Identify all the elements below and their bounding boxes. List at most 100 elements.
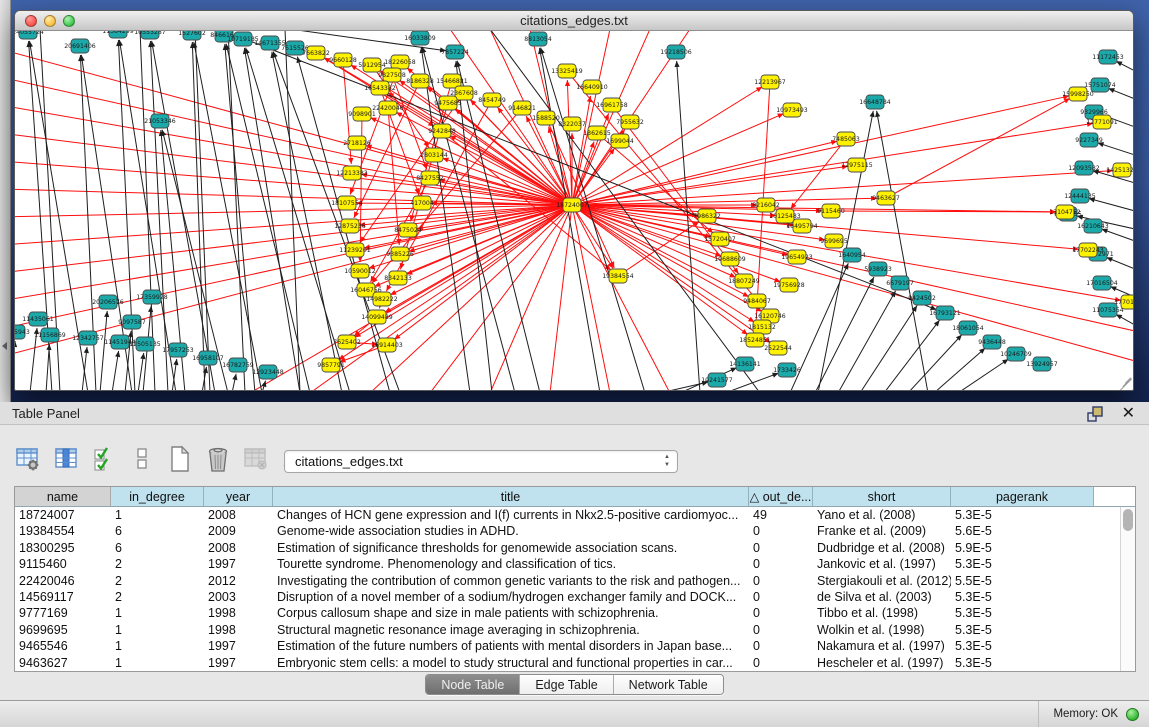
column-header-out_de[interactable]: △ out_de... <box>749 487 813 506</box>
network-canvas[interactable]: 1872400724055724206914061138429910553287… <box>15 31 1133 390</box>
table-row[interactable]: 911546021997Tourette syndrome. Phenomeno… <box>15 556 1135 572</box>
column-settings-icon[interactable] <box>14 444 42 474</box>
table-row[interactable]: 946554611997Estimation of the future num… <box>15 638 1135 654</box>
graph-node[interactable]: 9146821 <box>508 101 536 115</box>
graph-node[interactable]: 7955632 <box>616 115 644 129</box>
graph-node[interactable]: 19218506 <box>660 45 692 59</box>
deselect-rows-icon[interactable] <box>128 444 156 474</box>
network-window-titlebar[interactable]: citations_edges.txt <box>15 11 1133 31</box>
graph-node[interactable]: 9436448 <box>978 335 1006 349</box>
graph-node[interactable]: 14251323 <box>1106 163 1133 177</box>
panel-grip-icon[interactable] <box>2 342 7 350</box>
svg-text:1362615: 1362615 <box>583 130 611 137</box>
graph-node[interactable]: 24055724 <box>15 31 44 39</box>
graph-node[interactable]: 18061054 <box>952 321 984 335</box>
table-row[interactable]: 977716911998Corpus callosum shape and si… <box>15 605 1135 621</box>
graph-node[interactable]: 18226058 <box>384 55 416 69</box>
select-columns-icon[interactable] <box>52 444 80 474</box>
graph-node[interactable]: 7485063 <box>832 132 860 146</box>
table-row[interactable]: 946362711997Embryonic stem cells: a mode… <box>15 655 1135 671</box>
close-icon[interactable]: ✕ <box>1122 403 1135 423</box>
graph-node[interactable]: 2718126 <box>343 136 371 150</box>
column-header-pagerank[interactable]: pagerank <box>951 487 1094 506</box>
column-header-in_degree[interactable]: in_degree <box>111 487 204 506</box>
column-header-short[interactable]: short <box>813 487 951 506</box>
window-resize-grip[interactable] <box>1117 374 1131 388</box>
graph-node[interactable]: 12342757 <box>72 331 104 345</box>
table-row[interactable]: 2242004622012Investigating the contribut… <box>15 573 1135 589</box>
float-window-icon[interactable] <box>1087 406 1105 422</box>
graph-node[interactable]: 13924957 <box>1026 357 1058 371</box>
graph-node[interactable]: 3915943 <box>15 325 30 339</box>
graph-node[interactable]: 1588520 <box>532 111 560 125</box>
graph-node[interactable]: 9424502 <box>908 291 936 305</box>
graph-node[interactable]: 17957253 <box>162 343 194 357</box>
cell-out_de: 49 <box>749 507 813 523</box>
table-panel-titlebar[interactable]: Table Panel ✕ <box>0 402 1149 425</box>
graph-node[interactable]: 20691406 <box>64 39 96 53</box>
network-window[interactable]: citations_edges.txt 18724007240557242069… <box>14 10 1134 391</box>
graph-node[interactable]: 11384299 <box>102 31 134 38</box>
graph-node[interactable]: 9699695 <box>820 234 848 248</box>
graph-node[interactable]: 7857224 <box>441 45 469 59</box>
graph-node[interactable]: 13325419 <box>551 64 583 78</box>
graph-node[interactable]: 7625402 <box>333 335 361 349</box>
graph-node[interactable]: 10590012 <box>344 264 376 278</box>
graph-node[interactable]: 417004 <box>410 196 434 210</box>
graph-node[interactable]: 21053346 <box>144 114 176 128</box>
graph-node[interactable]: 9115460 <box>817 204 845 218</box>
graph-node[interactable]: 16648784 <box>859 95 891 109</box>
svg-text:14136141: 14136141 <box>729 361 761 368</box>
graph-node[interactable]: 9857791 <box>317 358 345 372</box>
column-header-year[interactable]: year <box>204 487 273 506</box>
graph-node[interactable]: 12213967 <box>754 75 786 89</box>
graph-node[interactable]: 9227349 <box>1075 133 1103 147</box>
graph-node[interactable]: 19654923 <box>781 250 813 264</box>
graph-node[interactable]: 9660128 <box>329 53 357 67</box>
graph-node[interactable]: 1527602 <box>178 31 206 40</box>
network-graph[interactable]: 1872400724055724206914061138429910553287… <box>15 31 1133 390</box>
graph-node[interactable]: 8813054 <box>524 32 552 46</box>
table-select-dropdown[interactable]: citations_edges.txt ▲▼ <box>284 450 678 473</box>
graph-node[interactable]: 16914403 <box>371 338 403 352</box>
graph-node[interactable]: 6679197 <box>886 276 914 290</box>
table-row[interactable]: 969969511998Structural magnetic resonanc… <box>15 622 1135 638</box>
svg-text:18524851: 18524851 <box>739 337 771 344</box>
graph-node[interactable]: 11156869 <box>34 328 66 342</box>
graph-node[interactable]: 16640910 <box>576 80 608 94</box>
delete-icon[interactable] <box>204 444 232 474</box>
table-row[interactable]: 1938455462009Genome-wide association stu… <box>15 523 1135 539</box>
graph-node[interactable]: 16958107 <box>192 351 224 365</box>
cell-name: 9465546 <box>15 638 111 654</box>
column-header-name[interactable]: name <box>15 487 111 506</box>
graph-node[interactable]: 16961758 <box>596 98 628 112</box>
graph-node[interactable]: 10246709 <box>1000 347 1032 361</box>
graph-node[interactable]: 16782759 <box>222 358 254 372</box>
table-row[interactable]: 1456911722003Disruption of a novel membe… <box>15 589 1135 605</box>
graph-node[interactable]: 16033809 <box>404 31 436 45</box>
graph-node[interactable]: 5938923 <box>864 262 892 276</box>
graph-node[interactable]: 10553287 <box>134 31 166 39</box>
collapsed-panel-strip[interactable] <box>0 0 11 402</box>
new-document-icon[interactable] <box>166 444 194 474</box>
tab-node-table[interactable]: Node Table <box>426 675 519 694</box>
graph-node[interactable]: 1640954 <box>838 248 866 262</box>
graph-node[interactable]: 8454749 <box>478 93 506 107</box>
graph-node[interactable]: 10241577 <box>701 373 733 387</box>
select-all-rows-icon[interactable] <box>90 444 118 474</box>
table-body: 1872400712008Changes of HCN gene express… <box>15 507 1135 671</box>
graph-node[interactable]: 5912954 <box>358 58 386 72</box>
cell-name: 19384554 <box>15 523 111 539</box>
svg-text:6679197: 6679197 <box>886 280 914 287</box>
tab-edge-table[interactable]: Edge Table <box>519 675 612 694</box>
table-row[interactable]: 1872400712008Changes of HCN gene express… <box>15 507 1135 523</box>
graph-node[interactable]: 12444135 <box>1064 189 1096 203</box>
vertical-scrollbar[interactable] <box>1120 507 1135 671</box>
graph-node[interactable]: 11435061 <box>22 312 54 326</box>
tab-network-table[interactable]: Network Table <box>613 675 723 694</box>
column-header-title[interactable]: title <box>273 487 749 506</box>
scrollbar-thumb[interactable] <box>1123 509 1133 531</box>
graph-node[interactable]: 12975115 <box>841 158 873 172</box>
table-row[interactable]: 1830029562008Estimation of significance … <box>15 540 1135 556</box>
graph-node[interactable]: 1733426 <box>773 363 801 377</box>
